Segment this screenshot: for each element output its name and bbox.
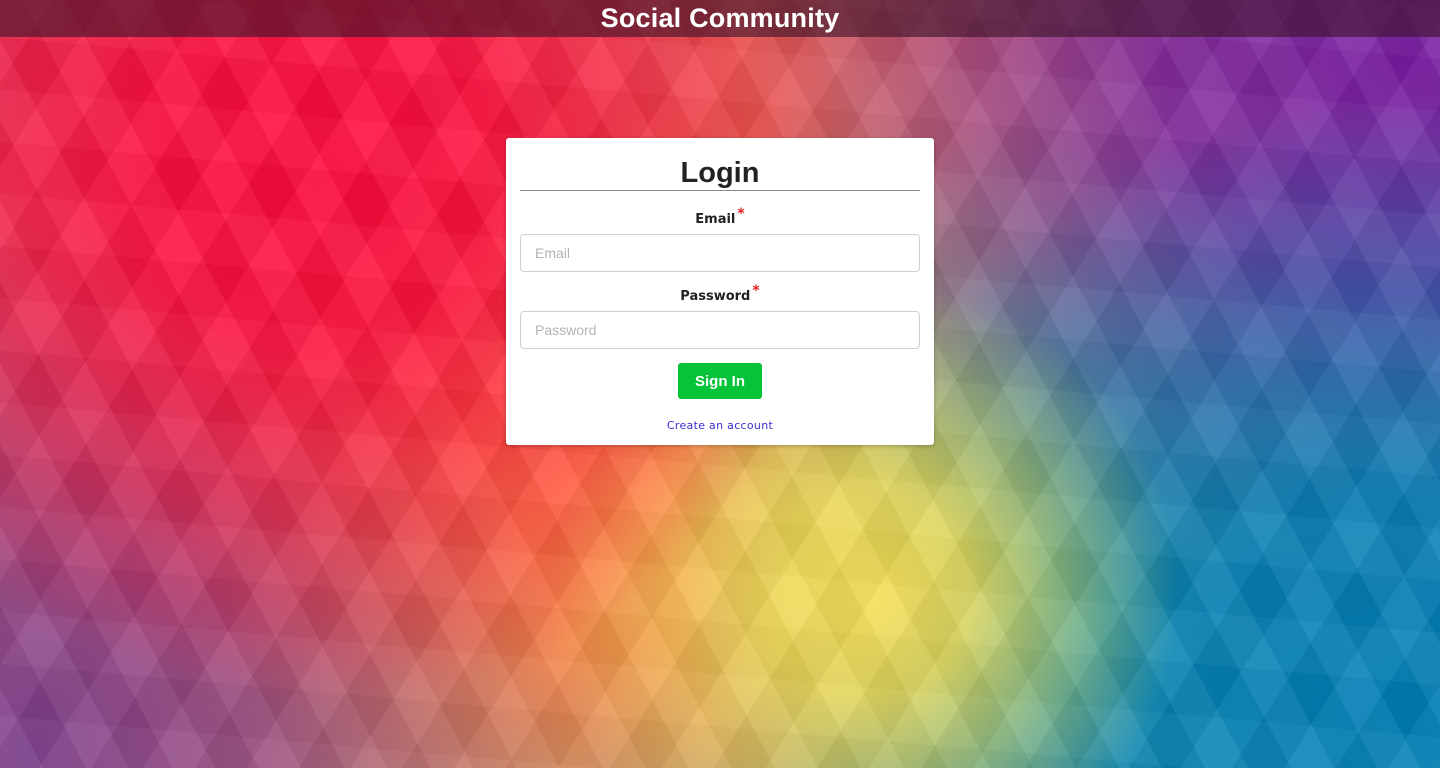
create-account-link[interactable]: Create an account (667, 419, 773, 432)
password-field[interactable] (520, 311, 920, 349)
password-required-marker: * (752, 283, 760, 299)
top-bar: Social Community (0, 0, 1440, 37)
email-label: Email * (520, 206, 920, 227)
email-field[interactable] (520, 234, 920, 272)
login-heading: Login (520, 138, 920, 191)
site-title: Social Community (600, 3, 840, 33)
email-required-marker: * (737, 206, 745, 222)
create-account-row: Create an account (520, 416, 920, 434)
email-label-text: Email (695, 212, 736, 227)
password-label: Password * (520, 283, 920, 304)
sign-in-button[interactable]: Sign In (678, 363, 762, 399)
login-card: Login Email* Password* Sign In Create an… (506, 138, 934, 445)
password-label-text: Password (680, 289, 751, 304)
submit-row: Sign In (520, 363, 920, 399)
